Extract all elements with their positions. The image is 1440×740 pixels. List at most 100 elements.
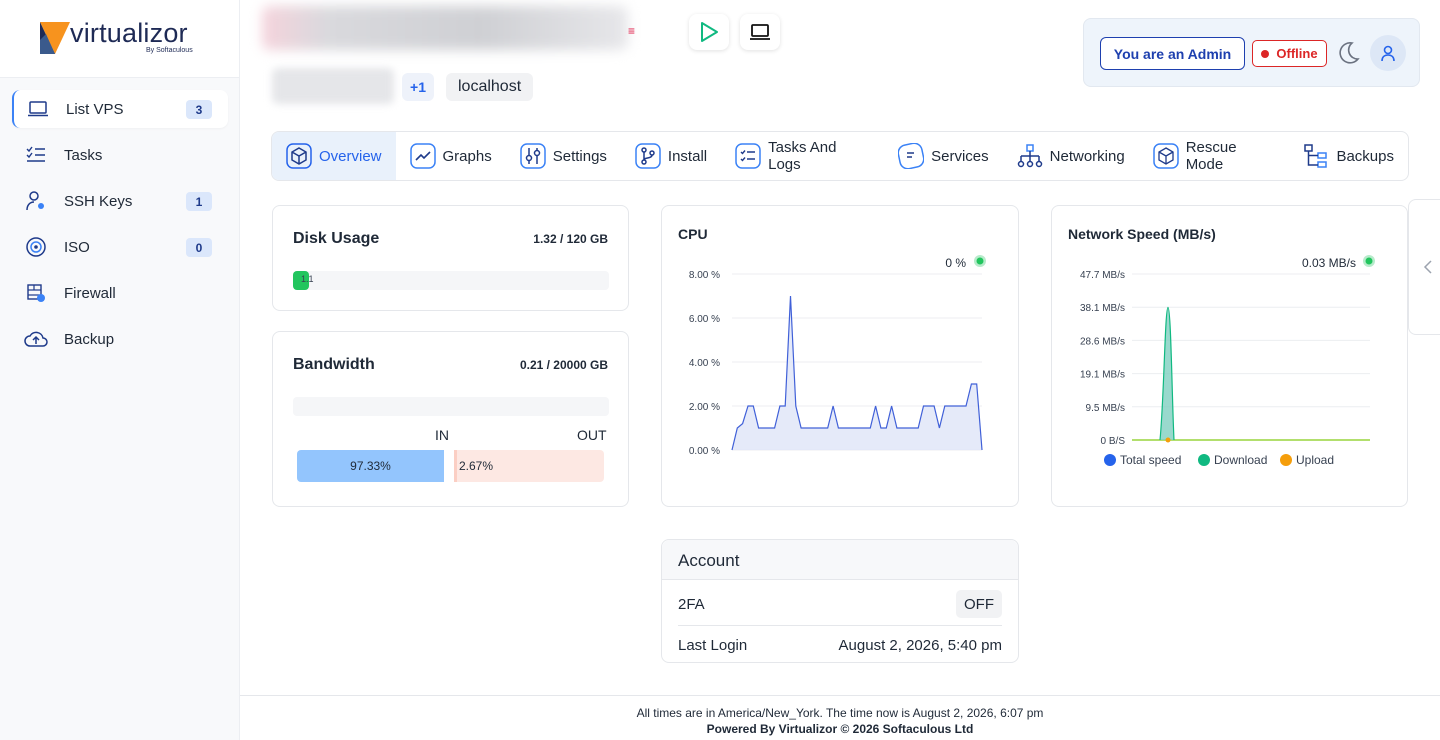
backups-icon bbox=[1303, 143, 1329, 169]
brand-sub: By Softaculous bbox=[146, 47, 193, 54]
status-dot-icon bbox=[1261, 49, 1270, 58]
tab-rescue-mode[interactable]: Rescue Mode bbox=[1139, 132, 1290, 180]
network-icon bbox=[1017, 143, 1043, 169]
sidebar-item-tasks[interactable]: Tasks bbox=[12, 136, 228, 174]
moon-icon[interactable] bbox=[1334, 39, 1362, 67]
start-vps-button[interactable] bbox=[689, 14, 729, 50]
sidebar-nav: List VPS 3 Tasks SSH Keys 1 ISO 0 Firewa… bbox=[12, 90, 228, 366]
tasks-icon bbox=[735, 143, 761, 169]
sidebar: virtualizor By Softaculous List VPS 3 Ta… bbox=[0, 0, 240, 740]
legend-swatch bbox=[1280, 454, 1292, 466]
sidebar-item-label: List VPS bbox=[66, 100, 124, 118]
extra-ip-badge[interactable]: +1 bbox=[402, 73, 434, 101]
tab-backups[interactable]: Backups bbox=[1289, 132, 1408, 180]
tab-services[interactable]: Services bbox=[884, 132, 1003, 180]
rescue-icon bbox=[1152, 143, 1179, 169]
disk-usage-bar: 1.1 bbox=[293, 271, 609, 290]
sidebar-item-ssh-keys[interactable]: SSH Keys 1 bbox=[12, 182, 228, 220]
tab-label: Rescue Mode bbox=[1185, 139, 1237, 173]
bandwidth-out-bar: 2.67% bbox=[454, 450, 604, 482]
vps-ip-redacted bbox=[272, 68, 394, 104]
2fa-status-badge: OFF bbox=[956, 590, 1002, 618]
git-icon bbox=[635, 143, 661, 169]
disk-usage-value: 1.32 / 120 GB bbox=[533, 232, 608, 246]
y-tick-label: 4.00 % bbox=[689, 358, 720, 369]
play-icon bbox=[701, 22, 718, 42]
account-row-label: 2FA bbox=[678, 596, 705, 613]
bandwidth-card: Bandwidth 0.21 / 20000 GB IN OUT 97.33% … bbox=[272, 331, 629, 507]
bandwidth-in-bar: 97.33% bbox=[297, 450, 444, 482]
tab-networking[interactable]: Networking bbox=[1003, 132, 1139, 180]
brand-name: virtualizor bbox=[70, 18, 188, 48]
tab-label: Graphs bbox=[442, 147, 492, 165]
account-title: Account bbox=[678, 551, 740, 570]
hostname-badge: localhost bbox=[446, 73, 534, 101]
tab-label: Backups bbox=[1336, 147, 1394, 165]
live-dot-icon bbox=[1365, 257, 1373, 265]
logo[interactable]: virtualizor By Softaculous bbox=[0, 0, 239, 78]
network-speed-card: Network Speed (MB/s) 47.7 MB/s 38.1 MB/s 2… bbox=[1051, 205, 1408, 507]
account-row-2fa: 2FA OFF bbox=[678, 590, 1002, 618]
user-key-icon bbox=[24, 191, 48, 211]
virtualizor-logo-icon bbox=[40, 22, 70, 54]
live-dot-icon bbox=[976, 257, 984, 265]
ssh-keys-count-badge: 1 bbox=[186, 192, 212, 211]
tab-label: Networking bbox=[1049, 147, 1125, 165]
tab-label: Tasks And Logs bbox=[768, 139, 837, 173]
y-tick-label: 0.00 % bbox=[689, 446, 720, 457]
network-speed-chart: 47.7 MB/s 38.1 MB/s 28.6 MB/s 19.1 MB/s 9.5 … bbox=[1080, 255, 1375, 467]
menu-icon[interactable]: ≡ bbox=[628, 24, 635, 38]
sidebar-item-label: Tasks bbox=[64, 146, 103, 164]
vps-count-badge: 3 bbox=[186, 100, 212, 119]
tab-graphs[interactable]: Graphs bbox=[396, 132, 506, 180]
tab-install[interactable]: Install bbox=[621, 132, 721, 180]
tab-label: Settings bbox=[552, 147, 607, 165]
console-button[interactable] bbox=[740, 14, 780, 50]
vps-name-redacted bbox=[262, 6, 628, 50]
legend-swatch bbox=[1198, 454, 1210, 466]
cpu-current-value: 0 % bbox=[945, 256, 966, 270]
sidebar-item-label: ISO bbox=[64, 238, 90, 256]
user-avatar[interactable] bbox=[1370, 35, 1406, 71]
vps-tabs: Overview Graphs Settings Install Tasks A… bbox=[271, 131, 1409, 181]
cube-icon bbox=[286, 143, 312, 169]
footer: All times are in America/New_York. The t… bbox=[240, 695, 1440, 740]
chart-line-icon bbox=[409, 143, 436, 169]
laptop-icon bbox=[26, 99, 50, 119]
tab-tasks-and-logs[interactable]: Tasks And Logs bbox=[721, 132, 884, 180]
sidebar-item-label: Firewall bbox=[64, 284, 116, 302]
y-tick-label: 38.1 MB/s bbox=[1080, 303, 1125, 314]
checklist-icon bbox=[24, 145, 48, 165]
sidebar-item-firewall[interactable]: Firewall bbox=[12, 274, 228, 312]
cpu-card: CPU 8.00 % 6.00 % 4.00 % 2.00 % 0.00 % 0 % bbox=[661, 205, 1019, 507]
admin-role-button[interactable]: You are an Admin bbox=[1100, 37, 1245, 70]
chevron-left-icon bbox=[1423, 260, 1432, 274]
collapse-panel-button[interactable] bbox=[1408, 199, 1440, 335]
firewall-icon bbox=[24, 283, 48, 303]
y-tick-label: 0 B/S bbox=[1101, 436, 1126, 447]
cpu-chart: 8.00 % 6.00 % 4.00 % 2.00 % 0.00 % 0 % bbox=[689, 255, 986, 457]
laptop-icon bbox=[750, 24, 770, 40]
bandwidth-in-label: IN bbox=[435, 427, 449, 443]
sidebar-item-iso[interactable]: ISO 0 bbox=[12, 228, 228, 266]
upload-point bbox=[1165, 437, 1171, 443]
sidebar-item-backup[interactable]: Backup bbox=[12, 320, 228, 358]
legend-swatch bbox=[1104, 454, 1116, 466]
bandwidth-bar bbox=[293, 397, 609, 416]
last-login-value: August 2, 2026, 5:40 pm bbox=[838, 637, 1002, 654]
disc-icon bbox=[24, 237, 48, 257]
account-header: Account bbox=[662, 540, 1018, 580]
y-tick-label: 47.7 MB/s bbox=[1080, 270, 1125, 281]
y-tick-label: 6.00 % bbox=[689, 314, 720, 325]
account-row-last-login: Last Login August 2, 2026, 5:40 pm bbox=[678, 637, 1002, 654]
legend-label: Total speed bbox=[1120, 453, 1181, 467]
sidebar-item-list-vps[interactable]: List VPS 3 bbox=[12, 90, 228, 128]
y-tick-label: 8.00 % bbox=[689, 270, 720, 281]
tab-label: Services bbox=[931, 147, 989, 165]
tab-settings[interactable]: Settings bbox=[506, 132, 621, 180]
network-current-value: 0.03 MB/s bbox=[1302, 256, 1356, 270]
bandwidth-out-label: OUT bbox=[577, 427, 607, 443]
legend-label: Download bbox=[1214, 453, 1267, 467]
tab-overview[interactable]: Overview bbox=[272, 132, 396, 180]
status-badge[interactable]: Offline bbox=[1252, 40, 1327, 67]
